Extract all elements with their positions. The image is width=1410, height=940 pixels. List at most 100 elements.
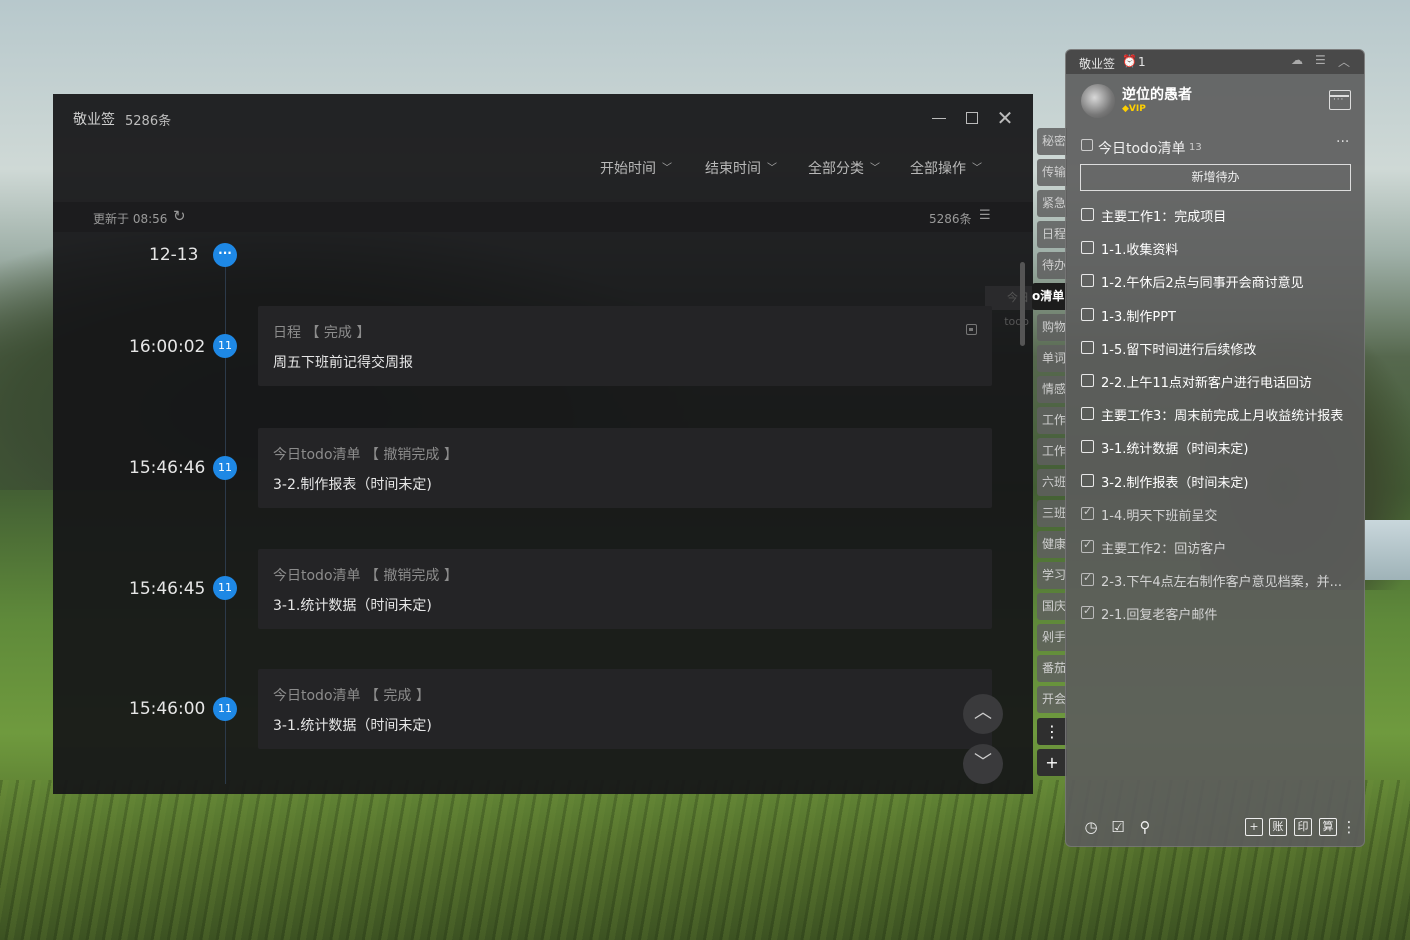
checkbox[interactable] xyxy=(1081,473,1094,487)
checkbox[interactable] xyxy=(1081,374,1094,387)
checkbox[interactable] xyxy=(1081,307,1094,321)
checkbox[interactable] xyxy=(1081,274,1094,288)
tab-category[interactable]: 购物 xyxy=(1037,314,1067,341)
history-card[interactable]: 今日todo清单 【 撤销完成 】 3-2.制作报表（时间未定) xyxy=(258,428,992,508)
maximize-button[interactable] xyxy=(960,106,984,130)
more-tabs-button[interactable]: ⋮ xyxy=(1037,718,1067,745)
history-card[interactable]: 今日todo清单 【 撤销完成 】 3-1.统计数据（时间未定) xyxy=(258,549,992,629)
cloud-sync-icon[interactable]: ☁ xyxy=(1291,53,1303,67)
checkbox-list-icon[interactable]: ☑ xyxy=(1109,818,1127,836)
avatar[interactable] xyxy=(1081,84,1115,118)
todo-item[interactable]: 2-2.上午11点对新客户进行电话回访 xyxy=(1081,370,1356,392)
todo-text: 2-3.下午4点左右制作客户意见档案，并... xyxy=(1101,575,1343,591)
alarm-icon[interactable]: ⏰ xyxy=(1122,54,1137,68)
tab-category[interactable]: 单词 xyxy=(1037,345,1067,372)
entry-badge: 11 xyxy=(213,576,237,600)
todo-text: 1-1.收集资料 xyxy=(1101,243,1179,259)
todo-item[interactable]: 1-1.收集资料 xyxy=(1081,237,1356,259)
user-profile: 逆位的愚者 ◆VIP xyxy=(1066,74,1364,130)
more-vertical-icon[interactable]: ⋮ xyxy=(1340,818,1358,836)
tab-category[interactable]: 学习 xyxy=(1037,562,1067,589)
scroll-down-button[interactable]: ﹀ xyxy=(963,744,1003,784)
checkbox[interactable] xyxy=(1081,407,1094,421)
tab-category[interactable]: 六班 xyxy=(1037,469,1067,496)
collapse-icon[interactable]: ︿ xyxy=(1338,53,1350,70)
chevron-down-icon: ﹀ xyxy=(767,163,777,174)
close-button[interactable]: ✕ xyxy=(993,106,1017,130)
calendar-icon[interactable] xyxy=(1329,90,1351,110)
more-vertical-icon: ⋮ xyxy=(1044,722,1060,741)
filter-category[interactable]: 全部分类 ﹀ xyxy=(808,158,880,178)
todo-text: 3-2.制作报表（时间未定) xyxy=(1101,475,1249,491)
tab-category-active[interactable]: o清单 xyxy=(1032,283,1067,310)
filter-start-time[interactable]: 开始时间 ﹀ xyxy=(600,158,672,178)
tab-category[interactable]: 工作 xyxy=(1037,438,1067,465)
tab-category[interactable]: 国庆 xyxy=(1037,593,1067,620)
history-card[interactable]: 今日todo清单 【 完成 】 3-1.统计数据（时间未定) xyxy=(258,669,992,749)
filter-operation[interactable]: 全部操作 ﹀ xyxy=(910,158,982,178)
scrollbar-thumb[interactable] xyxy=(1020,262,1025,346)
refresh-icon[interactable]: ↻ xyxy=(173,207,186,225)
history-card[interactable]: 日程 【 完成 】 周五下班前记得交周报 xyxy=(258,306,992,386)
todo-item[interactable]: 主要工作3：周末前完成上月收益统计报表 xyxy=(1081,403,1356,425)
card-meta: 今日todo清单 【 撤销完成 】 xyxy=(273,568,458,584)
todo-item[interactable]: 1-4.明天下班前呈交 xyxy=(1081,503,1356,525)
menu-icon[interactable]: ☰ xyxy=(1315,53,1326,67)
tab-category[interactable]: 紧急 xyxy=(1037,190,1067,217)
todo-item[interactable]: 1-2.午休后2点与同事开会商讨意见 xyxy=(1081,270,1356,292)
list-view-icon[interactable]: ☰ xyxy=(979,208,991,223)
tab-category[interactable]: 秘密 xyxy=(1037,128,1067,155)
todo-item[interactable]: 3-1.统计数据（时间未定) xyxy=(1081,436,1356,458)
more-horizontal-icon[interactable]: ··· xyxy=(1336,134,1349,150)
tab-category[interactable]: 情感 xyxy=(1037,376,1067,403)
filter-end-time[interactable]: 结束时间 ﹀ xyxy=(705,158,777,178)
minimize-button[interactable] xyxy=(927,106,951,130)
panel-title-bar[interactable]: 敬业签 ⏰ 1 ☁ ☰ ︿ xyxy=(1066,50,1364,74)
tab-category[interactable]: 日程 xyxy=(1037,221,1067,248)
todo-item[interactable]: 2-3.下午4点左右制作客户意见档案，并... xyxy=(1081,569,1356,591)
todo-item[interactable]: 1-3.制作PPT xyxy=(1081,304,1356,326)
tab-category[interactable]: 三班 xyxy=(1037,500,1067,527)
checkbox[interactable] xyxy=(1081,340,1094,354)
todo-item[interactable]: 3-2.制作报表（时间未定) xyxy=(1081,470,1356,492)
card-content: 3-2.制作报表（时间未定) xyxy=(273,477,432,493)
todo-item[interactable]: 1-5.留下时间进行后续修改 xyxy=(1081,337,1356,359)
checkbox-checked[interactable] xyxy=(1081,604,1094,620)
calculator-button[interactable]: 算 xyxy=(1319,818,1337,836)
panel-toolbar: ◷ ☑ ⚲ + 账 印 算 ⋮ xyxy=(1066,814,1364,846)
card-content: 3-1.统计数据（时间未定) xyxy=(273,718,432,734)
list-count: 13 xyxy=(1189,142,1202,153)
account-button[interactable]: 账 xyxy=(1269,818,1287,836)
add-tab-button[interactable]: + xyxy=(1037,749,1067,776)
ghost-tab-label: 今日todo xyxy=(985,286,1033,328)
tab-category[interactable]: 番茄 xyxy=(1037,655,1067,682)
tab-category[interactable]: 传输 xyxy=(1037,159,1067,186)
checkbox-checked[interactable] xyxy=(1081,538,1094,553)
checkbox-checked[interactable] xyxy=(1081,571,1094,587)
checkbox[interactable] xyxy=(1081,241,1094,255)
tab-category[interactable]: 工作 xyxy=(1037,407,1067,434)
checkbox[interactable] xyxy=(1081,440,1094,454)
todo-item[interactable]: 主要工作2：回访客户 xyxy=(1081,536,1356,558)
checkbox[interactable] xyxy=(1081,208,1094,221)
add-todo-button[interactable]: 新增待办 xyxy=(1080,164,1351,191)
title-bar[interactable]: 敬业签 5286条 ✕ xyxy=(53,94,1033,142)
checkbox-checked[interactable] xyxy=(1081,505,1094,520)
search-icon[interactable]: ⚲ xyxy=(1136,818,1154,836)
todo-item[interactable]: 主要工作1：完成项目 xyxy=(1081,204,1356,226)
add-note-button[interactable]: + xyxy=(1245,818,1263,836)
app-title: 敬业签 xyxy=(73,112,115,128)
todo-text: 2-1.回复老客户邮件 xyxy=(1101,608,1218,624)
tab-category[interactable]: 剁手 xyxy=(1037,624,1067,651)
chevron-down-icon: ﹀ xyxy=(662,163,672,174)
todo-text: 主要工作1：完成项目 xyxy=(1101,210,1227,225)
todo-item[interactable]: 2-1.回复老客户邮件 xyxy=(1081,602,1356,624)
minimize-icon xyxy=(932,118,946,119)
clock-icon[interactable]: ◷ xyxy=(1082,818,1100,836)
scroll-up-button[interactable]: ︿ xyxy=(963,694,1003,734)
date-more-button[interactable]: ··· xyxy=(213,243,237,267)
tab-category[interactable]: 开会 xyxy=(1037,686,1067,713)
tab-category[interactable]: 待办 xyxy=(1037,252,1067,279)
tab-category[interactable]: 健康 xyxy=(1037,531,1067,558)
print-button[interactable]: 印 xyxy=(1294,818,1312,836)
